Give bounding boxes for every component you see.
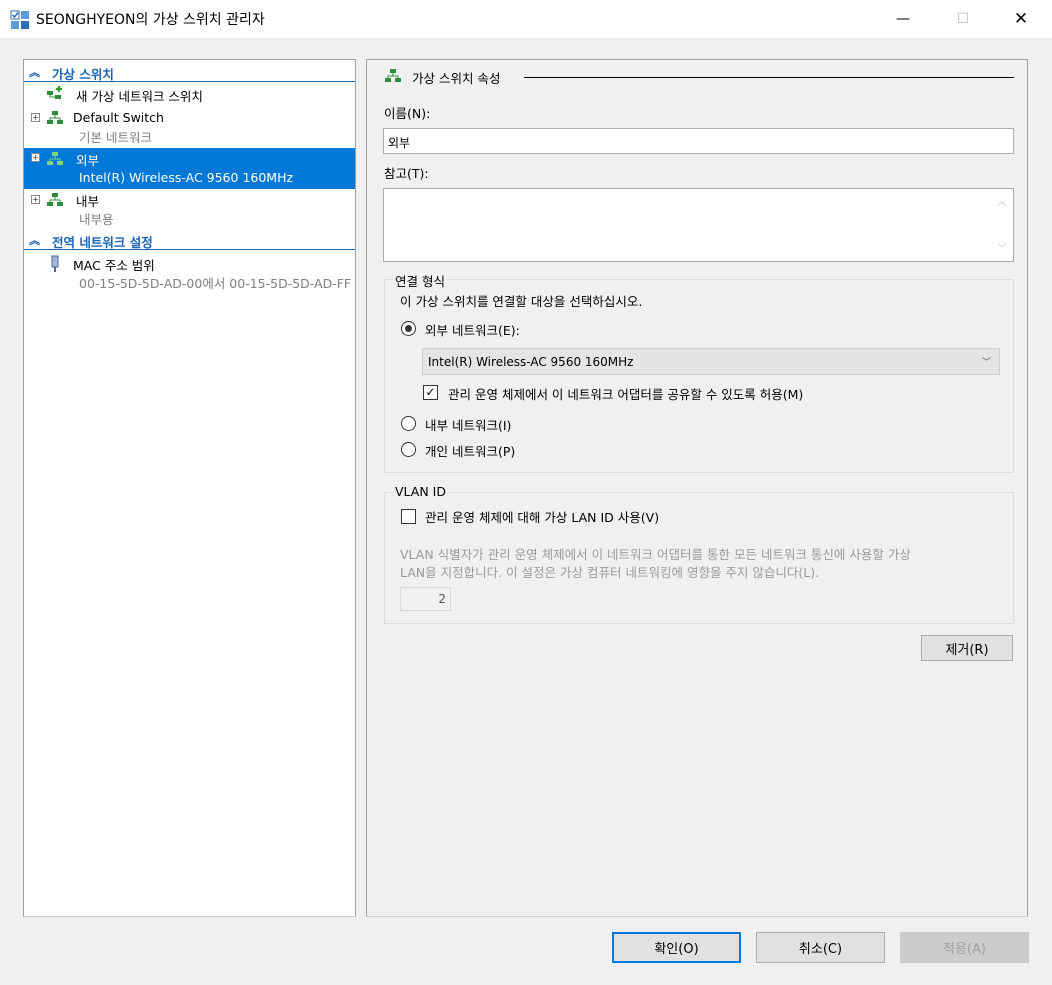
- vlan-description-line1: VLAN 식별자가 관리 운영 체제에서 이 네트워크 어댑터를 통한 모든 네…: [400, 547, 911, 562]
- tree-item-new-switch[interactable]: 새 가상 네트워크 스위치: [24, 82, 355, 104]
- network-adapter-icon: [51, 255, 59, 272]
- switch-name: Default Switch: [73, 110, 164, 125]
- vlan-id-field[interactable]: 2: [400, 587, 451, 611]
- section-divider: [524, 77, 1014, 78]
- section-title: 가상 스위치 속성: [412, 71, 501, 86]
- new-switch-icon: [47, 86, 62, 99]
- tree-item-mac-range[interactable]: MAC 주소 범위 00-15-5D-5D-AD-00에서 00-15-5D-5…: [24, 253, 355, 295]
- new-switch-label: 새 가상 네트워크 스위치: [76, 89, 203, 104]
- mac-range-label: MAC 주소 범위: [73, 258, 155, 273]
- window-title: SEONGHYEON의 가상 스위치 관리자: [36, 12, 265, 28]
- external-adapter-value: Intel(R) Wireless-AC 9560 160MHz: [428, 355, 634, 369]
- share-adapter-checkbox[interactable]: ✓: [423, 385, 438, 400]
- vlan-id-value: 2: [438, 592, 446, 606]
- maximize-button[interactable]: ☐: [940, 0, 986, 38]
- network-switch-icon: [47, 111, 63, 124]
- notes-label: 참고(T):: [384, 166, 429, 181]
- switch-detail: Intel(R) Wireless-AC 9560 160MHz: [79, 170, 294, 185]
- network-switch-icon: [47, 193, 63, 206]
- close-button[interactable]: ✕: [998, 0, 1044, 38]
- vlan-description-line2: LAN을 지정합니다. 이 설정은 가상 컴퓨터 네트워킹에 영향을 주지 않습…: [400, 565, 820, 580]
- share-adapter-label[interactable]: 관리 운영 체제에서 이 네트워크 어댑터를 공유할 수 있도록 허용(M): [448, 384, 803, 403]
- tree-item-external-switch[interactable]: + 외부 Intel(R) Wireless-AC 9560 160MHz: [24, 148, 355, 189]
- minimize-icon: —: [896, 11, 910, 27]
- external-network-radio[interactable]: [401, 321, 416, 336]
- ok-button[interactable]: 확인(O): [612, 932, 741, 963]
- switch-tree[interactable]: ︽ 가상 스위치 새 가상 네트워크 스위치 + Default Switch …: [23, 59, 356, 917]
- collapse-chevron-icon[interactable]: ︽: [29, 64, 40, 80]
- tree-item-internal-switch[interactable]: + 내부 내부용: [24, 190, 355, 230]
- mac-range-value: 00-15-5D-5D-AD-00에서 00-15-5D-5D-AD-FF: [79, 276, 352, 291]
- scroll-up-icon[interactable]: ︿: [997, 193, 1007, 208]
- external-adapter-select[interactable]: Intel(R) Wireless-AC 9560 160MHz ﹀: [422, 348, 1000, 375]
- switch-detail: 내부용: [79, 212, 114, 227]
- expand-plus-icon[interactable]: +: [31, 113, 40, 122]
- connection-hint: 이 가상 스위치를 연결할 대상을 선택하십시오.: [400, 294, 643, 309]
- notes-textarea[interactable]: ︿ ﹀: [383, 188, 1014, 262]
- switch-name: 외부: [76, 153, 100, 168]
- internal-network-label[interactable]: 내부 네트워크(I): [425, 415, 511, 434]
- network-switch-icon: [385, 69, 401, 82]
- category-divider: [24, 249, 355, 250]
- remove-button[interactable]: 제거(R): [921, 635, 1013, 661]
- chevron-down-icon: ﹀: [981, 358, 991, 368]
- vlan-enable-label[interactable]: 관리 운영 체제에 대해 가상 LAN ID 사용(V): [425, 507, 659, 526]
- close-icon: ✕: [1013, 9, 1029, 29]
- collapse-chevron-icon[interactable]: ︽: [29, 232, 40, 248]
- name-field[interactable]: 외부: [383, 128, 1014, 154]
- category-virtual-switches[interactable]: ︽ 가상 스위치: [24, 62, 355, 82]
- name-label: 이름(N):: [384, 106, 431, 121]
- category-global-network[interactable]: ︽ 전역 네트워크 설정: [24, 230, 355, 250]
- cancel-button[interactable]: 취소(C): [756, 932, 885, 963]
- maximize-icon: ☐: [956, 11, 970, 27]
- external-network-label[interactable]: 외부 네트워크(E):: [425, 320, 520, 339]
- connection-type-title: 연결 형식: [393, 271, 447, 290]
- apply-button[interactable]: 적용(A): [900, 932, 1029, 963]
- name-value: 외부: [388, 136, 411, 150]
- vlan-enable-checkbox[interactable]: [401, 509, 416, 524]
- expand-plus-icon[interactable]: +: [31, 195, 40, 204]
- scroll-down-icon[interactable]: ﹀: [997, 240, 1007, 255]
- minimize-button[interactable]: —: [880, 0, 926, 38]
- expand-plus-icon[interactable]: +: [31, 153, 40, 162]
- switch-name: 내부: [76, 194, 100, 209]
- private-network-radio[interactable]: [401, 442, 416, 457]
- network-switch-icon: [47, 152, 63, 165]
- internal-network-radio[interactable]: [401, 416, 416, 431]
- vlan-group-title: VLAN ID: [393, 484, 448, 499]
- switch-manager-icon: [10, 10, 29, 29]
- private-network-label[interactable]: 개인 네트워크(P): [425, 441, 515, 460]
- tree-item-default-switch[interactable]: + Default Switch 기본 네트워크: [24, 106, 355, 148]
- switch-detail: 기본 네트워크: [79, 130, 152, 145]
